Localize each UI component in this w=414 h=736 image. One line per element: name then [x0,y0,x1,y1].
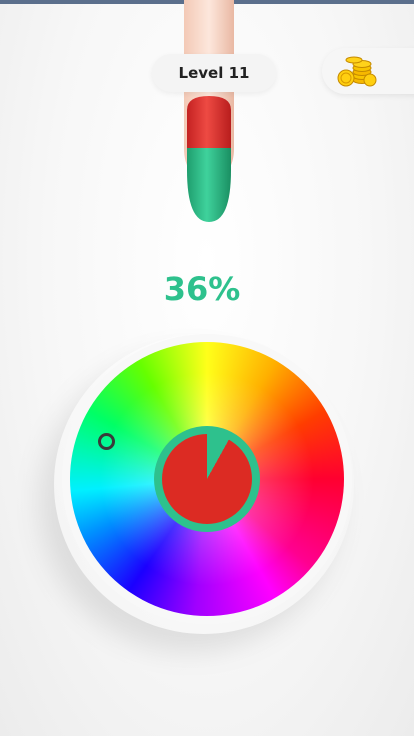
color-wheel-container [62,334,352,624]
nail-base-part [187,148,231,222]
match-percentage: 36% [163,270,241,308]
level-label: Level 11 [178,64,250,82]
target-color-swatch [162,434,252,524]
nail-painted-part [187,96,231,150]
gold-coins-stack-icon [337,56,377,87]
color-picker-handle[interactable] [98,433,115,450]
level-indicator: Level 11 [152,54,276,92]
finger [184,0,234,222]
coins-button[interactable] [322,48,414,94]
